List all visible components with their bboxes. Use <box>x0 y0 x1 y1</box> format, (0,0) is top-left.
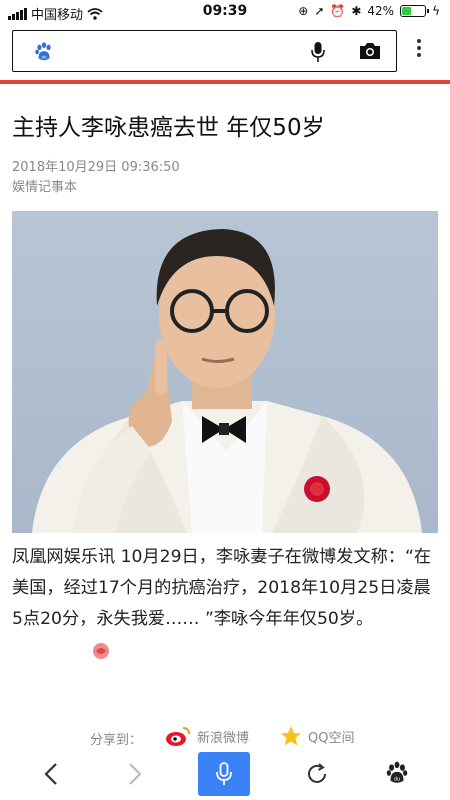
share-label: 分享到： <box>90 733 143 748</box>
ifeng-logo-icon <box>93 643 109 659</box>
status-bar: 中国移动 09:39 ⊕ ➚ ⏰ ✱ 42% ϟ <box>0 0 450 24</box>
article-title: 主持人李咏患癌去世 年仅50岁 <box>12 115 325 141</box>
location-icon: ➚ <box>314 4 325 18</box>
bluetooth-icon: ✱ <box>351 4 362 18</box>
search-bar[interactable]: du <box>12 30 397 72</box>
charging-icon: ϟ <box>432 4 440 18</box>
share-row: 分享到： 新浪微博 QQ空间 <box>0 725 450 749</box>
article-body: 凤凰网娱乐讯 10月29日，李咏妻子在微博发文称：“在美国，经过17个月的抗癌治… <box>12 547 432 629</box>
status-right: ⊕ ➚ ⏰ ✱ 42% ϟ <box>298 4 440 18</box>
svg-text:du: du <box>41 54 47 59</box>
portrait-illustration <box>32 229 422 533</box>
share-weibo[interactable]: 新浪微博 <box>165 725 249 747</box>
weibo-label: 新浪微博 <box>197 730 250 746</box>
baidu-paw-icon[interactable]: du <box>33 41 55 63</box>
microphone-icon <box>216 762 232 785</box>
battery-icon <box>400 5 430 17</box>
weibo-icon <box>166 727 190 746</box>
chevron-left-icon[interactable] <box>44 762 58 786</box>
article-photo <box>12 211 438 533</box>
microphone-icon[interactable] <box>311 41 325 63</box>
chevron-right-icon[interactable] <box>128 762 142 786</box>
qzone-label: QQ空间 <box>308 730 355 746</box>
article-datetime: 2018年10月29日 09:36:50 <box>12 160 180 175</box>
voice-search-button[interactable] <box>198 752 250 796</box>
header-divider <box>0 80 450 84</box>
camera-icon[interactable] <box>359 42 381 60</box>
qzone-star-icon <box>281 726 301 746</box>
battery-percent: 42% <box>367 4 395 18</box>
svg-text:du: du <box>394 777 400 783</box>
share-qzone[interactable]: QQ空间 <box>280 725 354 747</box>
refresh-icon[interactable] <box>305 762 329 786</box>
alarm-icon: ⏰ <box>330 4 346 18</box>
lock-rotation-icon: ⊕ <box>298 4 309 18</box>
baidu-paw-icon[interactable]: du <box>384 760 410 786</box>
more-vertical-icon[interactable] <box>416 38 422 58</box>
article-source[interactable]: 娱情记事本 <box>12 176 77 195</box>
